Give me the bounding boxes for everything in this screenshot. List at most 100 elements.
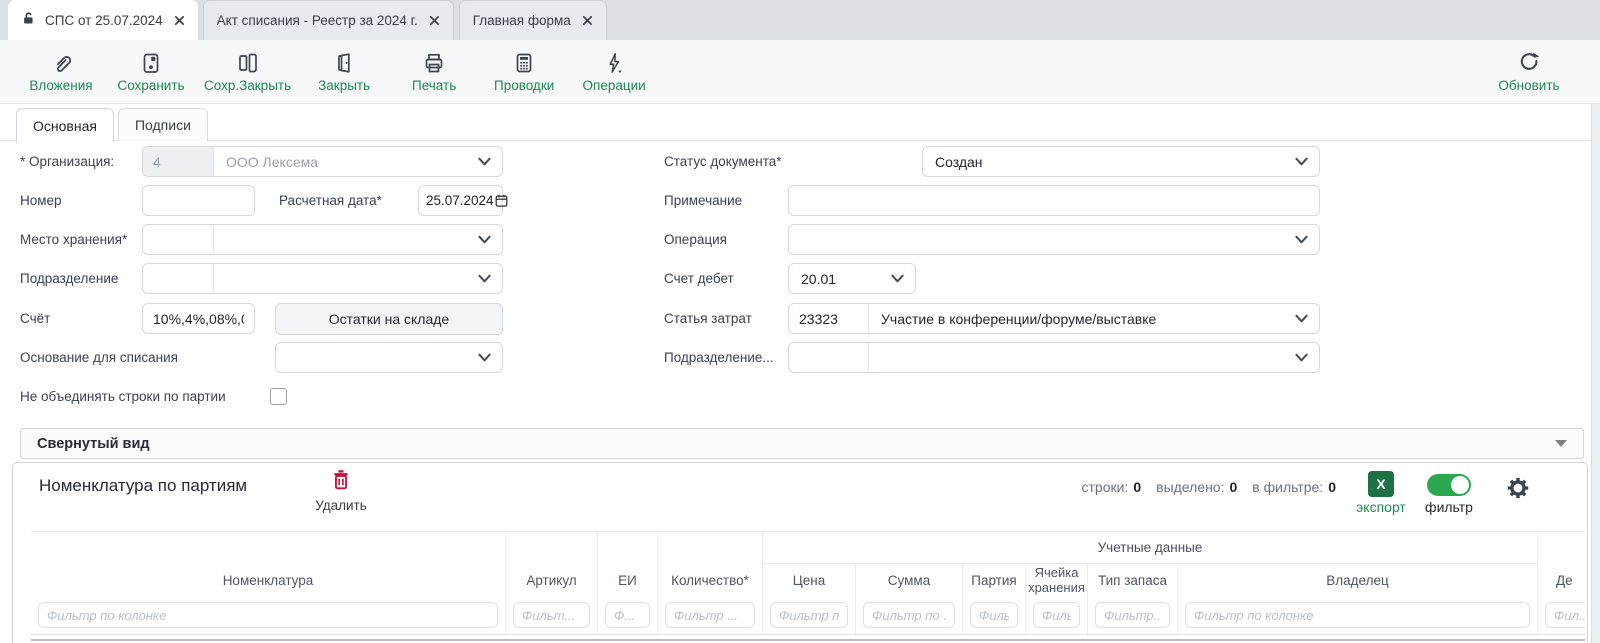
filter-input-stock-type[interactable] — [1095, 602, 1170, 628]
operation-label: Операция — [664, 224, 727, 255]
debit-account-select[interactable]: 20.01 — [788, 263, 916, 294]
filter-cell — [658, 598, 763, 634]
window-tab-document[interactable]: СПС от 25.07.2024 — [8, 0, 198, 40]
group-spacer — [1538, 532, 1585, 564]
division2-select[interactable] — [788, 342, 1320, 373]
column-header-price[interactable]: Цена — [763, 564, 856, 598]
window-tab-register[interactable]: Акт списания - Реестр за 2024 г. — [203, 0, 454, 40]
division-code — [143, 264, 214, 293]
filter-input-quantity[interactable] — [665, 602, 755, 628]
note-input[interactable] — [788, 185, 1320, 216]
chevron-down-icon — [1295, 235, 1308, 244]
division2-label: Подразделение... — [664, 342, 774, 373]
grid-body-edge — [31, 639, 1585, 641]
filter-cell — [598, 598, 658, 634]
division2-code — [789, 343, 869, 372]
filter-input-batch[interactable] — [970, 602, 1018, 628]
column-header-sum[interactable]: Сумма — [856, 564, 963, 598]
print-button[interactable]: Печать — [397, 40, 471, 103]
organization-select[interactable]: 4 ООО Лексема — [142, 146, 503, 177]
column-header-owner[interactable]: Владелец — [1178, 564, 1538, 598]
filter-cell — [1088, 598, 1178, 634]
refresh-label: Обновить — [1498, 78, 1559, 93]
filter-input-unit[interactable] — [605, 602, 650, 628]
account-label: Счёт — [20, 303, 50, 334]
close-icon[interactable] — [429, 15, 440, 26]
save-icon — [139, 50, 163, 76]
writeoff-basis-select[interactable] — [275, 342, 503, 373]
door-icon — [332, 50, 356, 76]
grid-label-row: Номенклатура Артикул ЕИ Количество* Цена… — [31, 564, 1585, 598]
number-input[interactable] — [142, 185, 255, 216]
printer-icon — [422, 50, 446, 76]
chevron-down-icon — [478, 235, 491, 244]
toggle-switch[interactable] — [1427, 474, 1471, 496]
filter-input-storage-cell[interactable] — [1033, 602, 1080, 628]
close-button[interactable]: Закрыть — [307, 40, 381, 103]
filter-toggle[interactable]: фильтр — [1417, 474, 1481, 515]
group-spacer — [506, 532, 598, 564]
operations-button[interactable]: Операции — [577, 40, 651, 103]
save-button[interactable]: Сохранить — [114, 40, 188, 103]
column-header-nomenclature[interactable]: Номенклатура — [31, 564, 506, 598]
excel-export-button[interactable]: X экспорт — [1353, 471, 1409, 515]
calc-date-input[interactable]: 25.07.2024 — [418, 185, 503, 216]
cost-item-label: Статья затрат — [664, 303, 752, 334]
group-header-accounting: Учетные данные — [763, 532, 1538, 564]
status-select[interactable]: Создан — [922, 146, 1320, 177]
storage-place-code — [143, 225, 214, 254]
save-close-button[interactable]: Сохр.Закрыть — [204, 40, 291, 103]
export-label: экспорт — [1356, 499, 1406, 515]
filter-input-article[interactable] — [513, 602, 590, 628]
storage-place-select[interactable] — [142, 224, 503, 255]
status-label: Статус документа* — [664, 146, 782, 177]
chevron-down-icon — [1555, 440, 1567, 447]
cost-item-code: 23323 — [789, 304, 869, 333]
filter-cell — [1178, 598, 1538, 634]
calculator-icon — [512, 50, 536, 76]
form-tab-bar: Основная Подписи — [16, 108, 208, 143]
column-header-unit[interactable]: ЕИ — [598, 564, 658, 598]
account-input[interactable] — [142, 303, 255, 334]
collapsed-view-bar[interactable]: Свернутый вид — [20, 428, 1584, 459]
cost-item-select[interactable]: 23323 Участие в конференции/форуме/выста… — [788, 303, 1320, 334]
delete-button[interactable]: Удалить — [301, 468, 381, 513]
selected-counter: выделено:0 — [1156, 479, 1237, 495]
column-header-article[interactable]: Артикул — [506, 564, 598, 598]
division-select[interactable] — [142, 263, 503, 294]
toolbar: Вложения Сохранить Сохр.Закрыть Закрыть … — [0, 40, 1600, 104]
refresh-button[interactable]: Обновить — [1492, 40, 1566, 103]
column-header-storage-cell[interactable]: Ячейка хранения — [1026, 564, 1088, 598]
close-icon[interactable] — [582, 15, 593, 26]
window-tab-main-form[interactable]: Главная форма — [459, 0, 607, 40]
filter-input-price[interactable] — [770, 602, 848, 628]
chevron-down-icon — [1295, 353, 1308, 362]
stock-balance-button[interactable]: Остатки на складе — [275, 303, 503, 335]
chevron-down-icon — [478, 157, 491, 166]
tab-main[interactable]: Основная — [16, 108, 114, 143]
close-icon[interactable] — [174, 15, 185, 26]
operation-select[interactable] — [788, 224, 1320, 255]
chevron-down-icon — [478, 353, 491, 362]
postings-button[interactable]: Проводки — [487, 40, 561, 103]
column-header-de[interactable]: Де — [1538, 564, 1585, 598]
organization-label: * Организация: — [20, 146, 114, 177]
organization-name: ООО Лексема — [214, 154, 478, 170]
filter-input-de[interactable] — [1545, 602, 1585, 628]
column-header-batch[interactable]: Партия — [963, 564, 1026, 598]
cost-item-value: Участие в конференции/форуме/выставке — [869, 311, 1295, 327]
save-close-label: Сохр.Закрыть — [204, 78, 291, 93]
attachments-button[interactable]: Вложения — [24, 40, 98, 103]
calendar-icon[interactable] — [494, 193, 509, 208]
filter-input-nomenclature[interactable] — [38, 602, 498, 628]
column-header-stock-type[interactable]: Тип запаса — [1088, 564, 1178, 598]
chevron-down-icon — [1295, 314, 1308, 323]
column-header-quantity[interactable]: Количество* — [658, 564, 763, 598]
grid-settings-button[interactable] — [1505, 475, 1531, 506]
no-merge-checkbox[interactable] — [270, 388, 287, 405]
filter-input-owner[interactable] — [1185, 602, 1530, 628]
tab-signatures[interactable]: Подписи — [118, 108, 208, 141]
filter-input-sum[interactable] — [863, 602, 955, 628]
note-label: Примечание — [664, 185, 742, 216]
attachments-label: Вложения — [29, 78, 92, 93]
